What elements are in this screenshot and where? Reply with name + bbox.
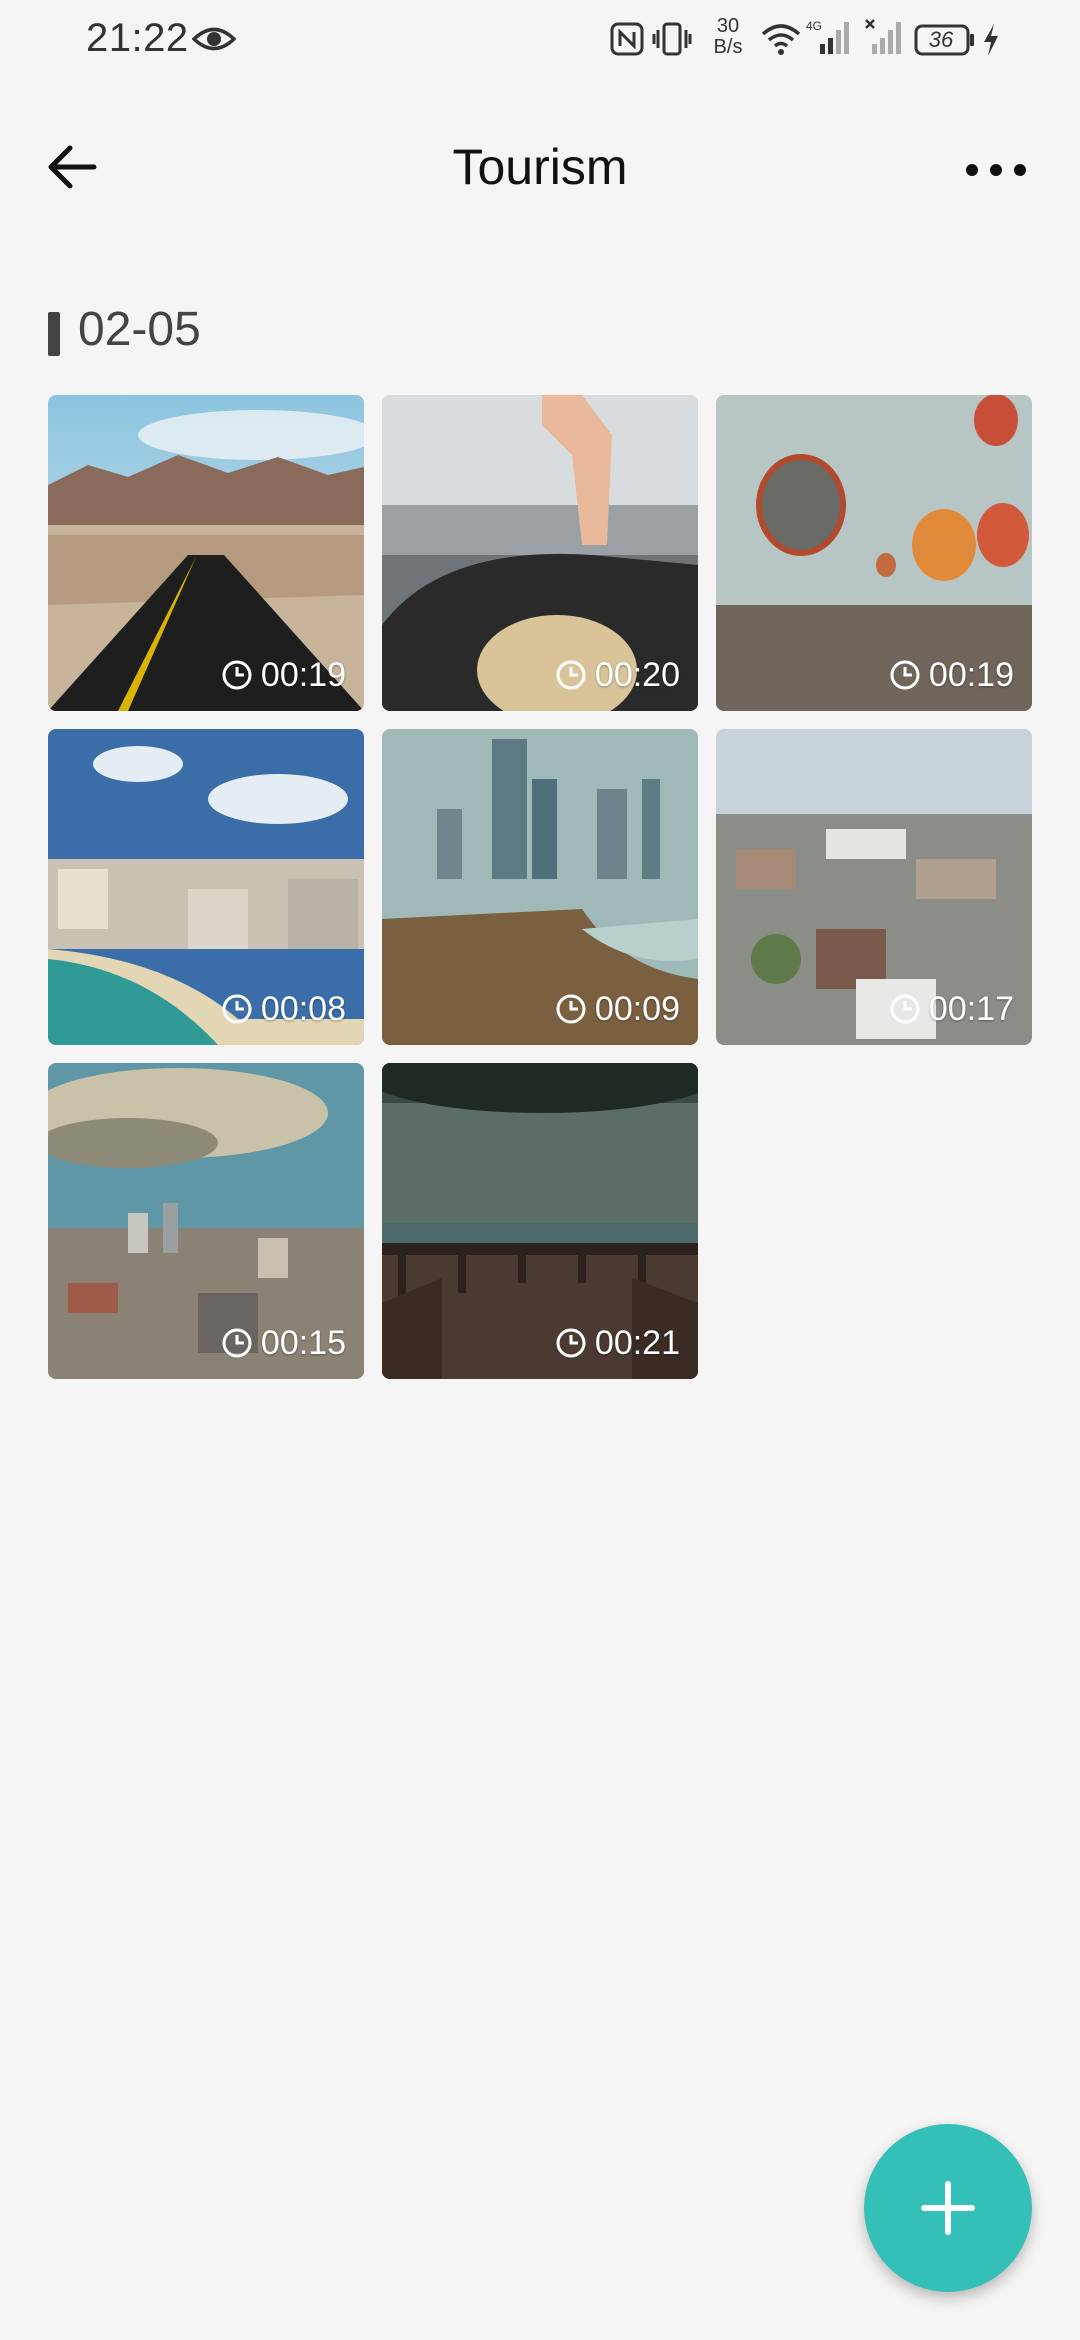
video-thumbnail[interactable]: 00:19 (716, 395, 1032, 711)
clock-icon (222, 1328, 252, 1358)
video-duration: 00:15 (221, 1321, 346, 1365)
clock-icon (890, 994, 920, 1024)
video-thumbnail[interactable]: 00:09 (382, 729, 698, 1045)
duration-text: 00:08 (260, 989, 346, 1028)
clock-icon (222, 660, 252, 690)
status-time: 21:22 (86, 16, 189, 60)
battery-level: 36 (928, 27, 954, 52)
section-marker (48, 312, 60, 356)
network-speed: 30 B/s (708, 16, 748, 58)
video-thumbnail[interactable]: 00:19 (48, 395, 364, 711)
clock-icon (556, 660, 586, 690)
video-thumbnail[interactable]: 00:15 (48, 1063, 364, 1379)
status-bar: 21:22 30 B/s 4G 36 (0, 0, 1080, 80)
duration-text: 00:17 (928, 989, 1014, 1028)
nfc-icon (610, 22, 644, 56)
eye-icon (192, 27, 236, 51)
video-thumbnail[interactable]: 00:17 (716, 729, 1032, 1045)
video-duration: 00:21 (555, 1321, 680, 1365)
network-speed-value: 30 (716, 15, 740, 37)
vibrate-icon (652, 22, 692, 56)
clock-icon (222, 994, 252, 1024)
video-thumbnail[interactable]: 00:21 (382, 1063, 698, 1379)
plus-icon (921, 2181, 975, 2235)
duration-text: 00:09 (594, 989, 680, 1028)
clock-icon (556, 1328, 586, 1358)
video-thumbnail[interactable]: 00:08 (48, 729, 364, 1045)
video-duration: 00:09 (555, 987, 680, 1031)
duration-text: 00:20 (594, 655, 680, 694)
section-date: 02-05 (78, 303, 201, 356)
video-duration: 00:19 (221, 653, 346, 697)
video-duration: 00:20 (555, 653, 680, 697)
add-video-button[interactable] (864, 2124, 1032, 2292)
clock-icon (890, 660, 920, 690)
video-duration: 00:08 (221, 987, 346, 1031)
charging-icon (984, 24, 998, 56)
duration-text: 00:21 (594, 1323, 680, 1362)
video-duration: 00:17 (889, 987, 1014, 1031)
video-thumbnail[interactable]: 00:20 (382, 395, 698, 711)
signal-4g-icon: 4G (806, 19, 849, 54)
duration-text: 00:15 (260, 1323, 346, 1362)
clock-icon (556, 994, 586, 1024)
svg-text:4G: 4G (806, 19, 822, 33)
network-speed-unit: B/s (713, 36, 743, 58)
app-bar: Tourism (0, 110, 1080, 220)
signal-no-service-icon (865, 19, 901, 54)
video-duration: 00:19 (889, 653, 1014, 697)
wifi-icon (761, 24, 801, 55)
duration-text: 00:19 (928, 655, 1014, 694)
duration-text: 00:19 (260, 655, 346, 694)
page-title: Tourism (452, 139, 628, 195)
more-options-icon[interactable] (960, 140, 1032, 200)
